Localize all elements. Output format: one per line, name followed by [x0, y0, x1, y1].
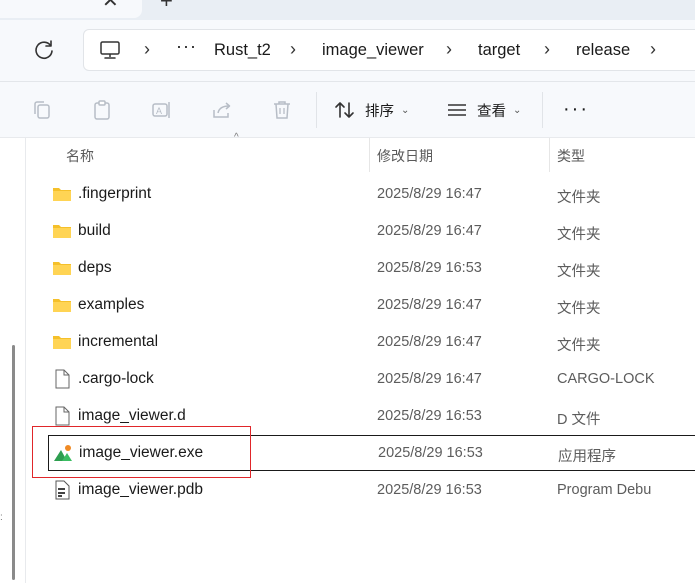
- column-modified[interactable]: 修改日期: [377, 146, 433, 166]
- nav-pane-scrollbar[interactable]: [12, 345, 15, 580]
- column-divider[interactable]: [369, 138, 370, 172]
- breadcrumb-separator[interactable]: ›: [290, 39, 296, 60]
- file-name: build: [78, 222, 111, 239]
- folder-icon: [53, 188, 71, 201]
- pdb-file-icon: [55, 480, 70, 500]
- chevron-down-icon: ⌄: [401, 104, 410, 116]
- sort-icon: [335, 102, 354, 118]
- file-row[interactable]: image_viewer.pdb 2025/8/29 16:53 Program…: [48, 473, 695, 507]
- highlight-annotation: [32, 426, 251, 478]
- file-name: .fingerprint: [78, 185, 152, 202]
- rename-icon[interactable]: A: [150, 98, 174, 122]
- file-row[interactable]: build 2025/8/29 16:47 文件夹: [48, 214, 695, 248]
- address-bar[interactable]: › ··· Rust_t2 › image_viewer › target › …: [83, 29, 695, 71]
- navigation-pane: :: [0, 138, 26, 583]
- file-type: CARGO-LOCK: [557, 371, 655, 387]
- file-row[interactable]: incremental 2025/8/29 16:47 文件夹: [48, 325, 695, 359]
- file-type: 文件夹: [557, 338, 601, 354]
- navigation-bar: › ··· Rust_t2 › image_viewer › target › …: [0, 20, 695, 82]
- active-tab[interactable]: ✕: [0, 0, 142, 18]
- nav-pane-fragment: :: [0, 512, 3, 523]
- file-name: deps: [78, 259, 112, 276]
- close-tab-button[interactable]: ✕: [102, 0, 119, 11]
- list-view-icon: [448, 104, 466, 116]
- file-type: 文件夹: [557, 227, 601, 243]
- file-date: 2025/8/29 16:47: [377, 223, 482, 239]
- file-date: 2025/8/29 16:47: [377, 371, 482, 387]
- file-name: incremental: [78, 333, 159, 350]
- column-header: ^ 名称 修改日期 类型: [26, 132, 695, 172]
- breadcrumb-item[interactable]: release: [576, 41, 630, 60]
- breadcrumb-separator[interactable]: ›: [144, 39, 150, 60]
- file-date: 2025/8/29 16:47: [377, 186, 482, 202]
- file-type: 应用程序: [558, 449, 616, 465]
- file-type: 文件夹: [557, 264, 601, 280]
- file-date: 2025/8/29 16:53: [377, 260, 482, 276]
- sort-button[interactable]: 排序 ⌄: [334, 98, 409, 122]
- breadcrumb-separator[interactable]: ›: [544, 39, 550, 60]
- file-icon: [55, 406, 70, 426]
- file-type: Program Debu: [557, 482, 652, 498]
- folder-icon: [53, 299, 71, 312]
- svg-text:A: A: [156, 106, 162, 116]
- file-date: 2025/8/29 16:47: [377, 297, 482, 313]
- file-name: examples: [78, 296, 145, 313]
- view-label: 查看: [477, 103, 506, 120]
- column-divider[interactable]: [549, 138, 550, 172]
- breadcrumb-item[interactable]: target: [478, 41, 520, 60]
- folder-icon: [53, 336, 71, 349]
- clipboard-icon[interactable]: [90, 98, 114, 122]
- tab-strip: ✕ +: [0, 0, 695, 20]
- chevron-down-icon: ⌄: [513, 104, 522, 116]
- trash-icon[interactable]: [270, 98, 294, 122]
- file-name: image_viewer.d: [78, 407, 186, 424]
- this-pc-icon[interactable]: [99, 40, 121, 60]
- file-name: image_viewer.pdb: [78, 481, 203, 498]
- folder-icon: [53, 262, 71, 275]
- file-date: 2025/8/29 16:53: [377, 408, 482, 424]
- column-type[interactable]: 类型: [557, 146, 585, 166]
- breadcrumb-separator[interactable]: ›: [650, 39, 656, 60]
- divider: [316, 92, 317, 128]
- file-row[interactable]: .fingerprint 2025/8/29 16:47 文件夹: [48, 177, 695, 211]
- file-row[interactable]: deps 2025/8/29 16:53 文件夹: [48, 251, 695, 285]
- file-name: .cargo-lock: [78, 370, 154, 387]
- file-date: 2025/8/29 16:47: [377, 334, 482, 350]
- divider: [542, 92, 543, 128]
- breadcrumb-overflow[interactable]: ···: [176, 36, 197, 57]
- more-options-button[interactable]: ···: [563, 99, 589, 119]
- column-name[interactable]: 名称: [66, 146, 94, 166]
- breadcrumb-separator[interactable]: ›: [446, 39, 452, 60]
- copy-icon[interactable]: [30, 98, 54, 122]
- new-tab-button[interactable]: +: [160, 0, 173, 12]
- folder-icon: [53, 225, 71, 238]
- file-row[interactable]: examples 2025/8/29 16:47 文件夹: [48, 288, 695, 322]
- refresh-icon[interactable]: [30, 36, 58, 64]
- file-type: 文件夹: [557, 190, 601, 206]
- file-row[interactable]: .cargo-lock 2025/8/29 16:47 CARGO-LOCK: [48, 362, 695, 396]
- sort-ascending-icon: ^: [234, 132, 239, 143]
- file-date: 2025/8/29 16:53: [378, 445, 483, 461]
- command-bar: A 排序 ⌄ 查看 ⌄ ···: [0, 82, 695, 138]
- file-type: 文件夹: [557, 301, 601, 317]
- breadcrumb-item[interactable]: Rust_t2: [214, 41, 271, 60]
- file-date: 2025/8/29 16:53: [377, 482, 482, 498]
- view-button[interactable]: 查看 ⌄: [446, 98, 521, 122]
- file-type: D 文件: [557, 412, 601, 428]
- file-icon: [55, 369, 70, 389]
- sort-label: 排序: [365, 103, 394, 120]
- share-icon[interactable]: [210, 98, 234, 122]
- breadcrumb-item[interactable]: image_viewer: [322, 41, 424, 60]
